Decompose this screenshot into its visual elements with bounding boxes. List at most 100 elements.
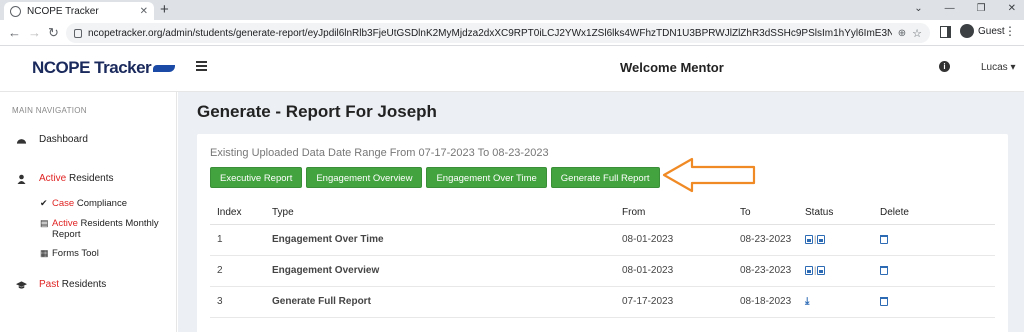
logo-text: NCOPE Tracker — [32, 58, 152, 77]
table-icon: ▦ — [40, 248, 49, 258]
date-range-text: Existing Uploaded Data Date Range From 0… — [210, 147, 549, 159]
cell-type: Engagement Overview — [272, 255, 622, 287]
reload-icon[interactable]: ↻ — [48, 25, 59, 41]
side-panel-icon[interactable] — [940, 26, 951, 38]
back-icon[interactable]: ← — [8, 25, 21, 40]
browser-tab[interactable]: NCOPE Tracker ✕ — [4, 2, 154, 20]
logo-swoosh-icon — [153, 65, 176, 73]
report-card: Existing Uploaded Data Date Range From 0… — [197, 134, 1008, 332]
trash-icon[interactable] — [880, 296, 888, 306]
sidebar-item-label: Residents — [59, 279, 107, 290]
column-header: Delete — [880, 202, 995, 225]
cell-to: 08-18-2023 — [740, 286, 805, 318]
sidebar-item-past-residents[interactable]: Past Residents — [16, 279, 106, 290]
reports-table: Index Type From To Status Delete 1 Engag… — [210, 202, 995, 318]
sidebar-item-label: Forms Tool — [52, 248, 99, 259]
browser-tab-bar: NCOPE Tracker ✕ + ⌄ — ❐ ✕ — [0, 0, 1024, 20]
engagement-overview-button[interactable]: Engagement Overview — [306, 167, 423, 188]
more-menu-icon[interactable]: ⋮ — [1004, 24, 1016, 38]
sidebar-subitem-monthly-report[interactable]: ▤ Active Residents Monthly Report — [40, 218, 159, 240]
welcome-text: Welcome Mentor — [620, 60, 724, 75]
column-header: Index — [210, 202, 272, 225]
url-bar[interactable]: ncopetracker.org/admin/students/generate… — [66, 23, 930, 43]
column-header: Type — [272, 202, 622, 225]
tab-title: NCOPE Tracker — [27, 5, 99, 17]
cell-from: 08-01-2023 — [622, 224, 740, 256]
cell-type: Engagement Over Time — [272, 224, 622, 256]
cell-delete — [880, 286, 995, 318]
globe-icon — [10, 5, 21, 17]
address-toolbar: ← → ↻ ncopetracker.org/admin/students/ge… — [0, 20, 1024, 46]
image-file-icon[interactable] — [817, 265, 826, 275]
cell-to: 08-23-2023 — [740, 224, 805, 256]
trash-icon[interactable] — [880, 265, 888, 275]
table-row: 3 Generate Full Report 07-17-2023 08-18-… — [210, 286, 995, 318]
image-file-icon[interactable] — [817, 234, 826, 244]
forward-icon[interactable]: → — [28, 25, 41, 40]
cell-from: 07-17-2023 — [622, 286, 740, 318]
sidebar-item-active-residents[interactable]: Active Residents — [16, 173, 113, 184]
minimize-icon[interactable]: — — [945, 3, 955, 14]
cell-index: 1 — [210, 224, 272, 256]
table-row: 2 Engagement Overview 08-01-2023 08-23-2… — [210, 255, 995, 287]
close-tab-icon[interactable]: ✕ — [140, 6, 148, 17]
generate-full-report-button[interactable]: Generate Full Report — [550, 167, 660, 188]
user-menu[interactable]: Lucas ▾ — [981, 62, 1015, 73]
cell-status: | — [805, 255, 880, 287]
pdf-file-icon[interactable] — [805, 265, 813, 275]
nav-heading: MAIN NAVIGATION — [12, 106, 87, 115]
download-icon[interactable]: ⤓ — [805, 296, 809, 307]
new-tab-button[interactable]: + — [160, 2, 169, 18]
main-content: Generate - Report For Joseph Existing Up… — [178, 92, 1024, 332]
column-header: To — [740, 202, 805, 225]
graduation-cap-icon — [16, 280, 27, 289]
column-header: From — [622, 202, 740, 225]
pdf-file-icon[interactable] — [805, 234, 813, 244]
sidebar-item-label-highlight: Active — [52, 218, 78, 229]
star-icon[interactable]: ☆ — [912, 27, 922, 40]
check-icon: ✔ — [40, 198, 48, 208]
executive-report-button[interactable]: Executive Report — [210, 167, 303, 188]
table-header-row: Index Type From To Status Delete — [210, 202, 995, 225]
sidebar-item-label-highlight: Past — [39, 279, 60, 290]
restore-icon[interactable]: ❐ — [977, 3, 986, 14]
user-icon — [17, 174, 26, 184]
sidebar-item-label: Dashboard — [39, 134, 88, 145]
profile-button[interactable]: Guest — [960, 24, 1005, 38]
hamburger-menu-icon[interactable] — [196, 61, 207, 73]
document-icon: ▤ — [40, 218, 49, 228]
sidebar-item-label-line2: Report — [52, 229, 81, 240]
table-row: 1 Engagement Over Time 08-01-2023 08-23-… — [210, 224, 995, 256]
sidebar-subitem-case-compliance[interactable]: ✔ Case Compliance — [40, 198, 127, 209]
app-header: NCOPE Tracker Welcome Mentor i Lucas ▾ — [0, 46, 1024, 92]
column-header: Status — [805, 202, 880, 225]
engagement-over-time-button[interactable]: Engagement Over Time — [426, 167, 547, 188]
sidebar-item-label: Residents — [66, 173, 114, 184]
cell-index: 3 — [210, 286, 272, 318]
cell-type: Generate Full Report — [272, 286, 622, 318]
sidebar: MAIN NAVIGATION Dashboard Active Residen… — [0, 92, 177, 332]
close-window-icon[interactable]: ✕ — [1008, 3, 1016, 14]
logo[interactable]: NCOPE Tracker — [32, 58, 176, 78]
cell-delete — [880, 224, 995, 256]
zoom-icon[interactable]: ⊕ — [898, 28, 906, 39]
cell-status: ⤓ — [805, 286, 880, 318]
chevron-down-icon[interactable]: ⌄ — [914, 3, 922, 14]
page-title: Generate - Report For Joseph — [197, 102, 437, 121]
trash-icon[interactable] — [880, 234, 888, 244]
profile-label: Guest — [978, 25, 1005, 37]
lock-icon — [74, 28, 82, 38]
avatar-icon — [960, 24, 974, 38]
annotation-arrow — [662, 157, 756, 193]
dashboard-icon — [16, 138, 27, 144]
url-text: ncopetracker.org/admin/students/generate… — [88, 27, 892, 39]
cell-to: 08-23-2023 — [740, 255, 805, 287]
info-icon[interactable]: i — [939, 61, 950, 72]
cell-delete — [880, 255, 995, 287]
sidebar-subitem-forms-tool[interactable]: ▦ Forms Tool — [40, 248, 99, 259]
report-buttons: Executive Report Engagement Overview Eng… — [210, 167, 660, 188]
cell-index: 2 — [210, 255, 272, 287]
sidebar-item-dashboard[interactable]: Dashboard — [16, 134, 88, 145]
cell-status: | — [805, 224, 880, 256]
window-controls: ⌄ — ❐ ✕ — [914, 3, 1016, 14]
